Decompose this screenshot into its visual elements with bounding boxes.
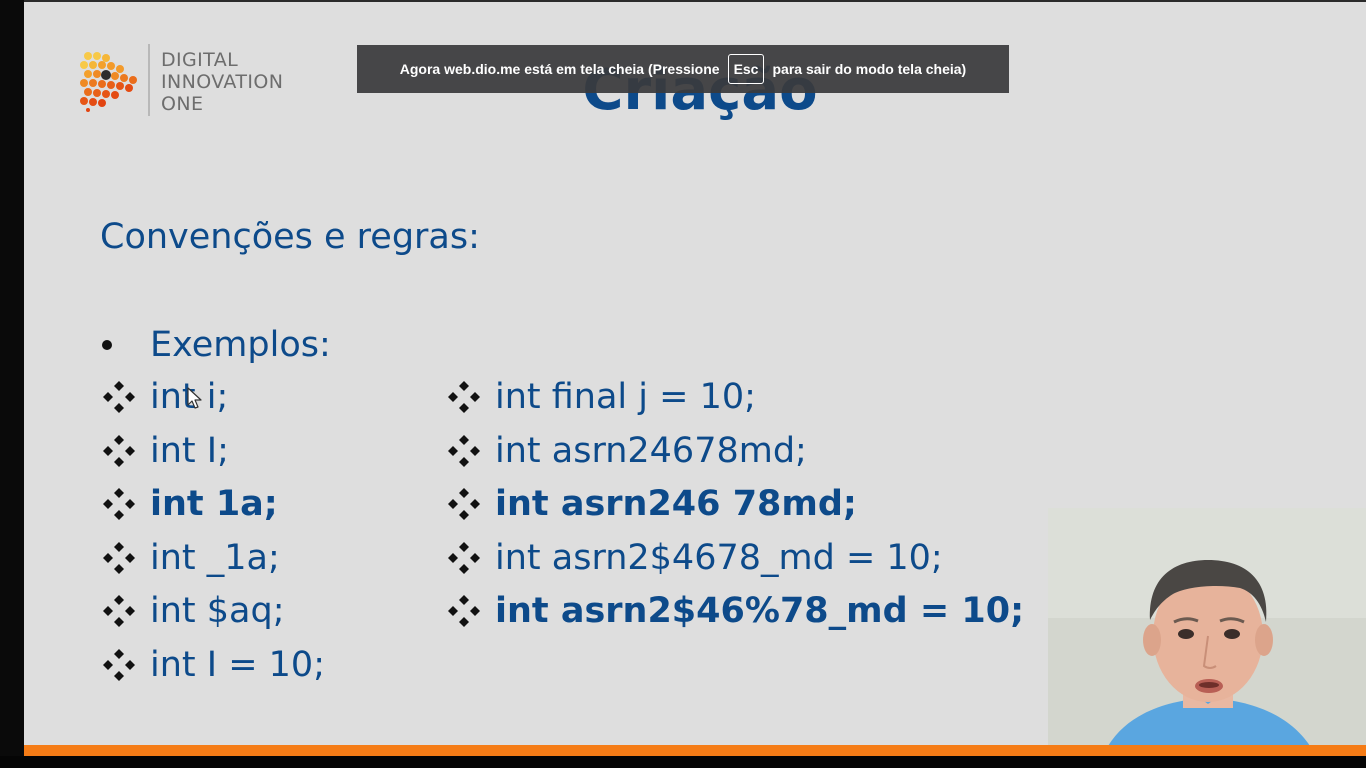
example-code: int _1a;	[150, 537, 280, 578]
example-code: int asrn24678md;	[495, 430, 807, 471]
four-diamond-bullet-icon	[448, 595, 480, 628]
fullscreen-notice-text-after: para sair do modo tela cheia)	[772, 61, 967, 77]
logo-line-1: DIGITAL	[161, 49, 239, 71]
example-code: int 1a;	[150, 484, 278, 525]
bullet-dot-icon	[102, 340, 112, 350]
four-diamond-bullet-icon	[103, 595, 135, 628]
example-code: int asrn246 78md;	[495, 484, 857, 525]
digital-innovation-one-logo: DIGITAL INNOVATION ONE	[80, 44, 320, 118]
logo-wordmark: DIGITAL INNOVATION ONE	[161, 49, 283, 115]
example-code: int asrn2$46%78_md = 10;	[495, 591, 1025, 632]
example-code: int $aq;	[150, 591, 285, 632]
examples-heading: Exemplos:	[150, 325, 331, 365]
fullscreen-notice-text-before: Agora web.dio.me está em tela cheia (Pre…	[399, 61, 720, 77]
example-code: int asrn2$4678_md = 10;	[495, 537, 943, 578]
four-diamond-bullet-icon	[448, 434, 480, 467]
logo-line-2: INNOVATION	[161, 71, 284, 93]
left-frame	[0, 0, 24, 768]
four-diamond-bullet-icon	[103, 648, 135, 681]
four-diamond-bullet-icon	[448, 541, 480, 574]
example-code: int final j = 10;	[495, 377, 756, 417]
presenter-webcam-video	[1048, 508, 1366, 746]
four-diamond-bullet-icon	[448, 381, 480, 413]
mouse-cursor-icon	[187, 387, 202, 409]
example-code: int I;	[150, 430, 229, 471]
four-diamond-bullet-icon	[103, 381, 135, 413]
logo-line-3: ONE	[161, 93, 204, 115]
fullscreen-notice: Agora web.dio.me está em tela cheia (Pre…	[357, 45, 1009, 93]
bottom-frame	[0, 756, 1366, 768]
esc-key-badge: Esc	[727, 54, 765, 84]
four-diamond-bullet-icon	[448, 488, 480, 521]
logo-divider	[148, 44, 150, 116]
four-diamond-bullet-icon	[103, 434, 135, 467]
slide-subtitle: Convenções e regras:	[100, 217, 480, 257]
example-code: int I = 10;	[150, 644, 325, 685]
four-diamond-bullet-icon	[103, 541, 135, 574]
logo-mark-icon	[80, 52, 137, 112]
slide-accent-bar	[24, 745, 1366, 756]
four-diamond-bullet-icon	[103, 488, 135, 521]
viewport: DIGITAL INNOVATION ONE Criação Agora web…	[0, 0, 1366, 768]
presenter-avatar-icon	[1048, 508, 1366, 746]
